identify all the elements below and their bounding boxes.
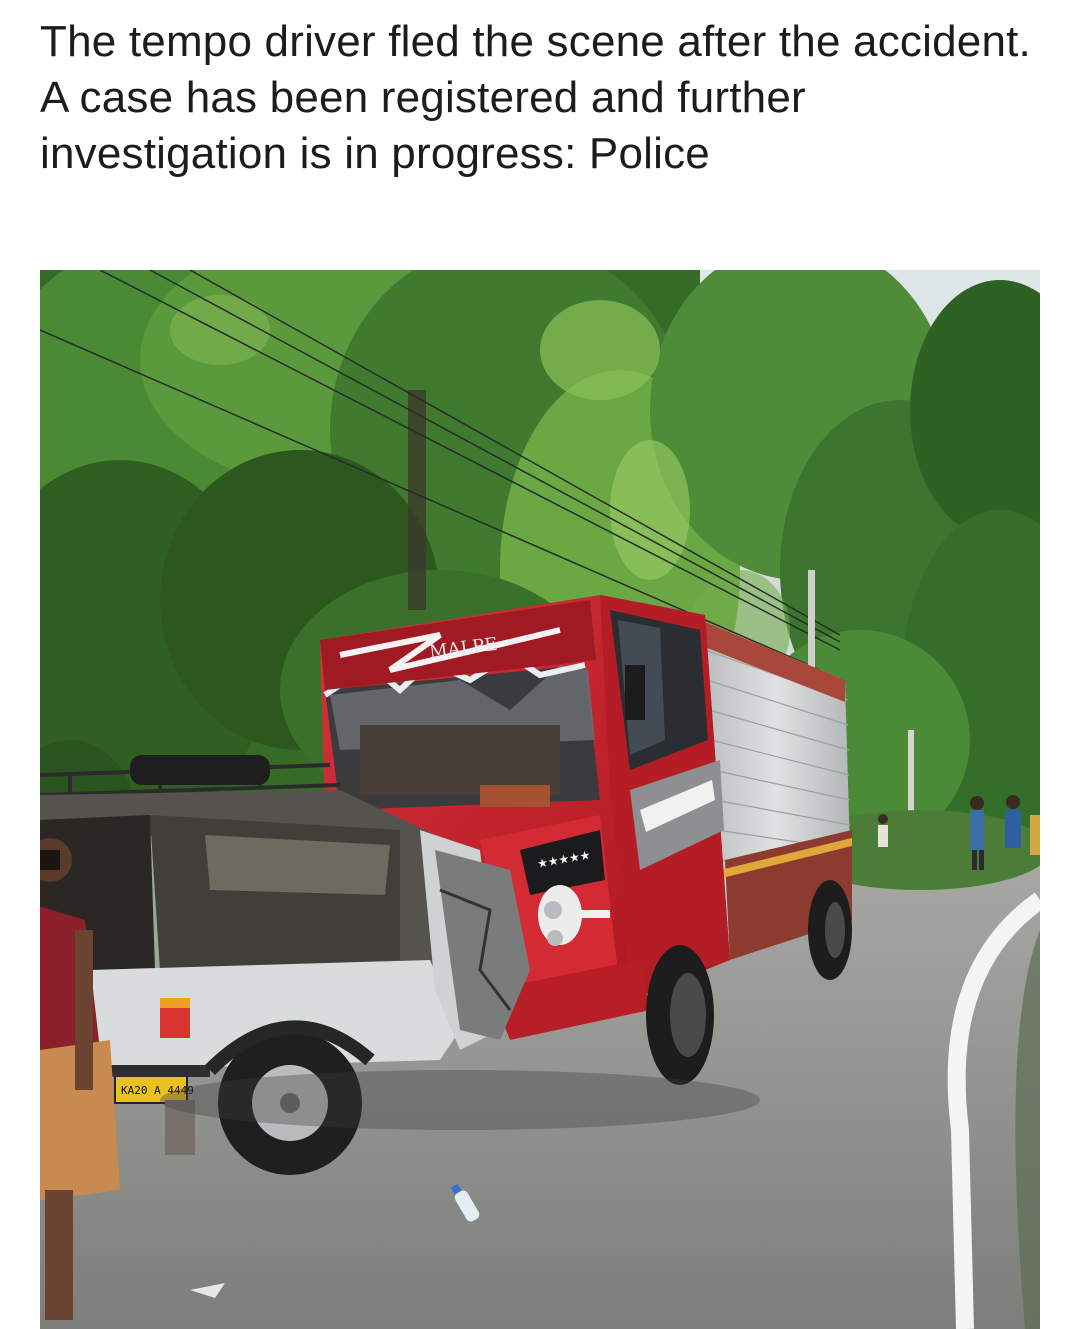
article-caption: The tempo driver fled the scene after th… [40,17,1031,178]
utility-pole [808,570,815,680]
accident-scene-illustration: MALPE ★★★★★ KA20 A 4449 [40,270,1040,1329]
accident-photo: MALPE ★★★★★ KA20 A 4449 [40,270,1040,1329]
